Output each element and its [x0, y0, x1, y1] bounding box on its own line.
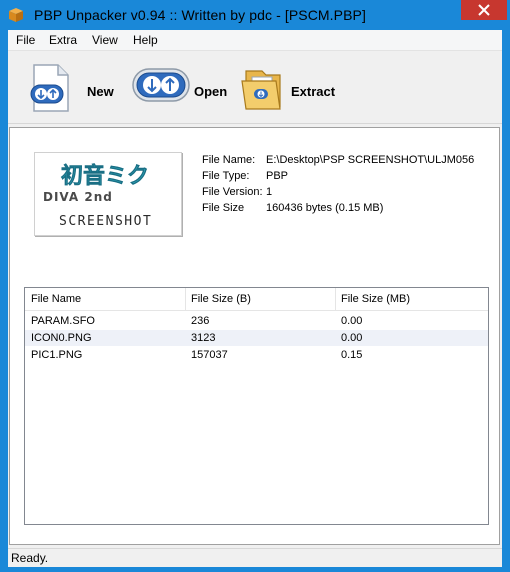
menu-view[interactable]: View	[92, 33, 118, 47]
file-list[interactable]: File Name File Size (B) File Size (MB) P…	[24, 287, 489, 525]
new-file-icon	[28, 61, 74, 118]
column-file-size-b[interactable]: File Size (B)	[185, 288, 335, 310]
client-area: File Extra View Help New Open Extract 初音…	[8, 30, 502, 567]
table-row[interactable]: ICON0.PNG 3123 0.00	[25, 330, 488, 346]
file-name-value: E:\Desktop\PSP SCREENSHOT\ULJM056	[266, 154, 475, 166]
content-panel: 初音ミク DIVA 2nd SCREENSHOT File Name: E:\D…	[9, 127, 500, 545]
new-button-label: New	[87, 84, 114, 99]
cell-file-size-b: 157037	[191, 349, 228, 361]
cell-file-name: PARAM.SFO	[31, 315, 95, 327]
menu-file[interactable]: File	[16, 33, 35, 47]
app-box-icon	[8, 7, 24, 23]
title-bar[interactable]: PBP Unpacker v0.94 :: Written by pdc - […	[0, 0, 510, 30]
file-type-value: PBP	[266, 170, 289, 182]
table-row[interactable]: PARAM.SFO 236 0.00	[25, 313, 488, 329]
menu-help[interactable]: Help	[133, 33, 158, 47]
file-size-label: File Size	[202, 202, 245, 214]
column-file-size-mb[interactable]: File Size (MB)	[335, 288, 488, 310]
menu-bar: File Extra View Help	[8, 30, 502, 51]
open-button[interactable]: Open	[132, 51, 232, 123]
extract-button-label: Extract	[291, 84, 336, 99]
extract-folder-icon	[236, 63, 288, 116]
status-bar: Ready.	[8, 548, 502, 567]
open-disc-icon	[132, 65, 190, 108]
close-icon	[478, 4, 490, 16]
extract-button[interactable]: Extract	[236, 51, 346, 123]
cell-file-name: ICON0.PNG	[31, 332, 92, 344]
file-version-label: File Version:	[202, 186, 263, 198]
cell-file-size-b: 236	[191, 315, 210, 327]
open-button-label: Open	[194, 84, 228, 99]
file-size-value: 160436 bytes (0.15 MB)	[266, 202, 384, 214]
window-title: PBP Unpacker v0.94 :: Written by pdc - […	[34, 7, 366, 23]
cell-file-size-mb: 0.15	[341, 349, 363, 361]
file-type-label: File Type:	[202, 170, 250, 182]
file-name-label: File Name:	[202, 154, 256, 166]
cell-file-size-mb: 0.00	[341, 332, 363, 344]
cell-file-size-mb: 0.00	[341, 315, 363, 327]
list-header: File Name File Size (B) File Size (MB)	[25, 288, 488, 311]
logo-title: 初音ミク	[61, 163, 149, 189]
table-row[interactable]: PIC1.PNG 157037 0.15	[25, 347, 488, 363]
cell-file-name: PIC1.PNG	[31, 349, 83, 361]
status-text: Ready.	[11, 551, 49, 565]
app-window: PBP Unpacker v0.94 :: Written by pdc - […	[0, 0, 510, 572]
logo-caption: SCREENSHOT	[59, 214, 152, 229]
column-file-name[interactable]: File Name	[25, 288, 185, 310]
toolbar: New Open Extract	[8, 51, 502, 124]
close-button[interactable]	[461, 0, 507, 20]
new-button[interactable]: New	[26, 51, 116, 123]
cell-file-size-b: 3123	[191, 332, 216, 344]
menu-extra[interactable]: Extra	[49, 33, 77, 47]
game-icon-image: 初音ミク DIVA 2nd SCREENSHOT	[34, 152, 182, 236]
logo-subtitle: DIVA 2nd	[43, 190, 113, 204]
file-version-value: 1	[266, 186, 273, 198]
